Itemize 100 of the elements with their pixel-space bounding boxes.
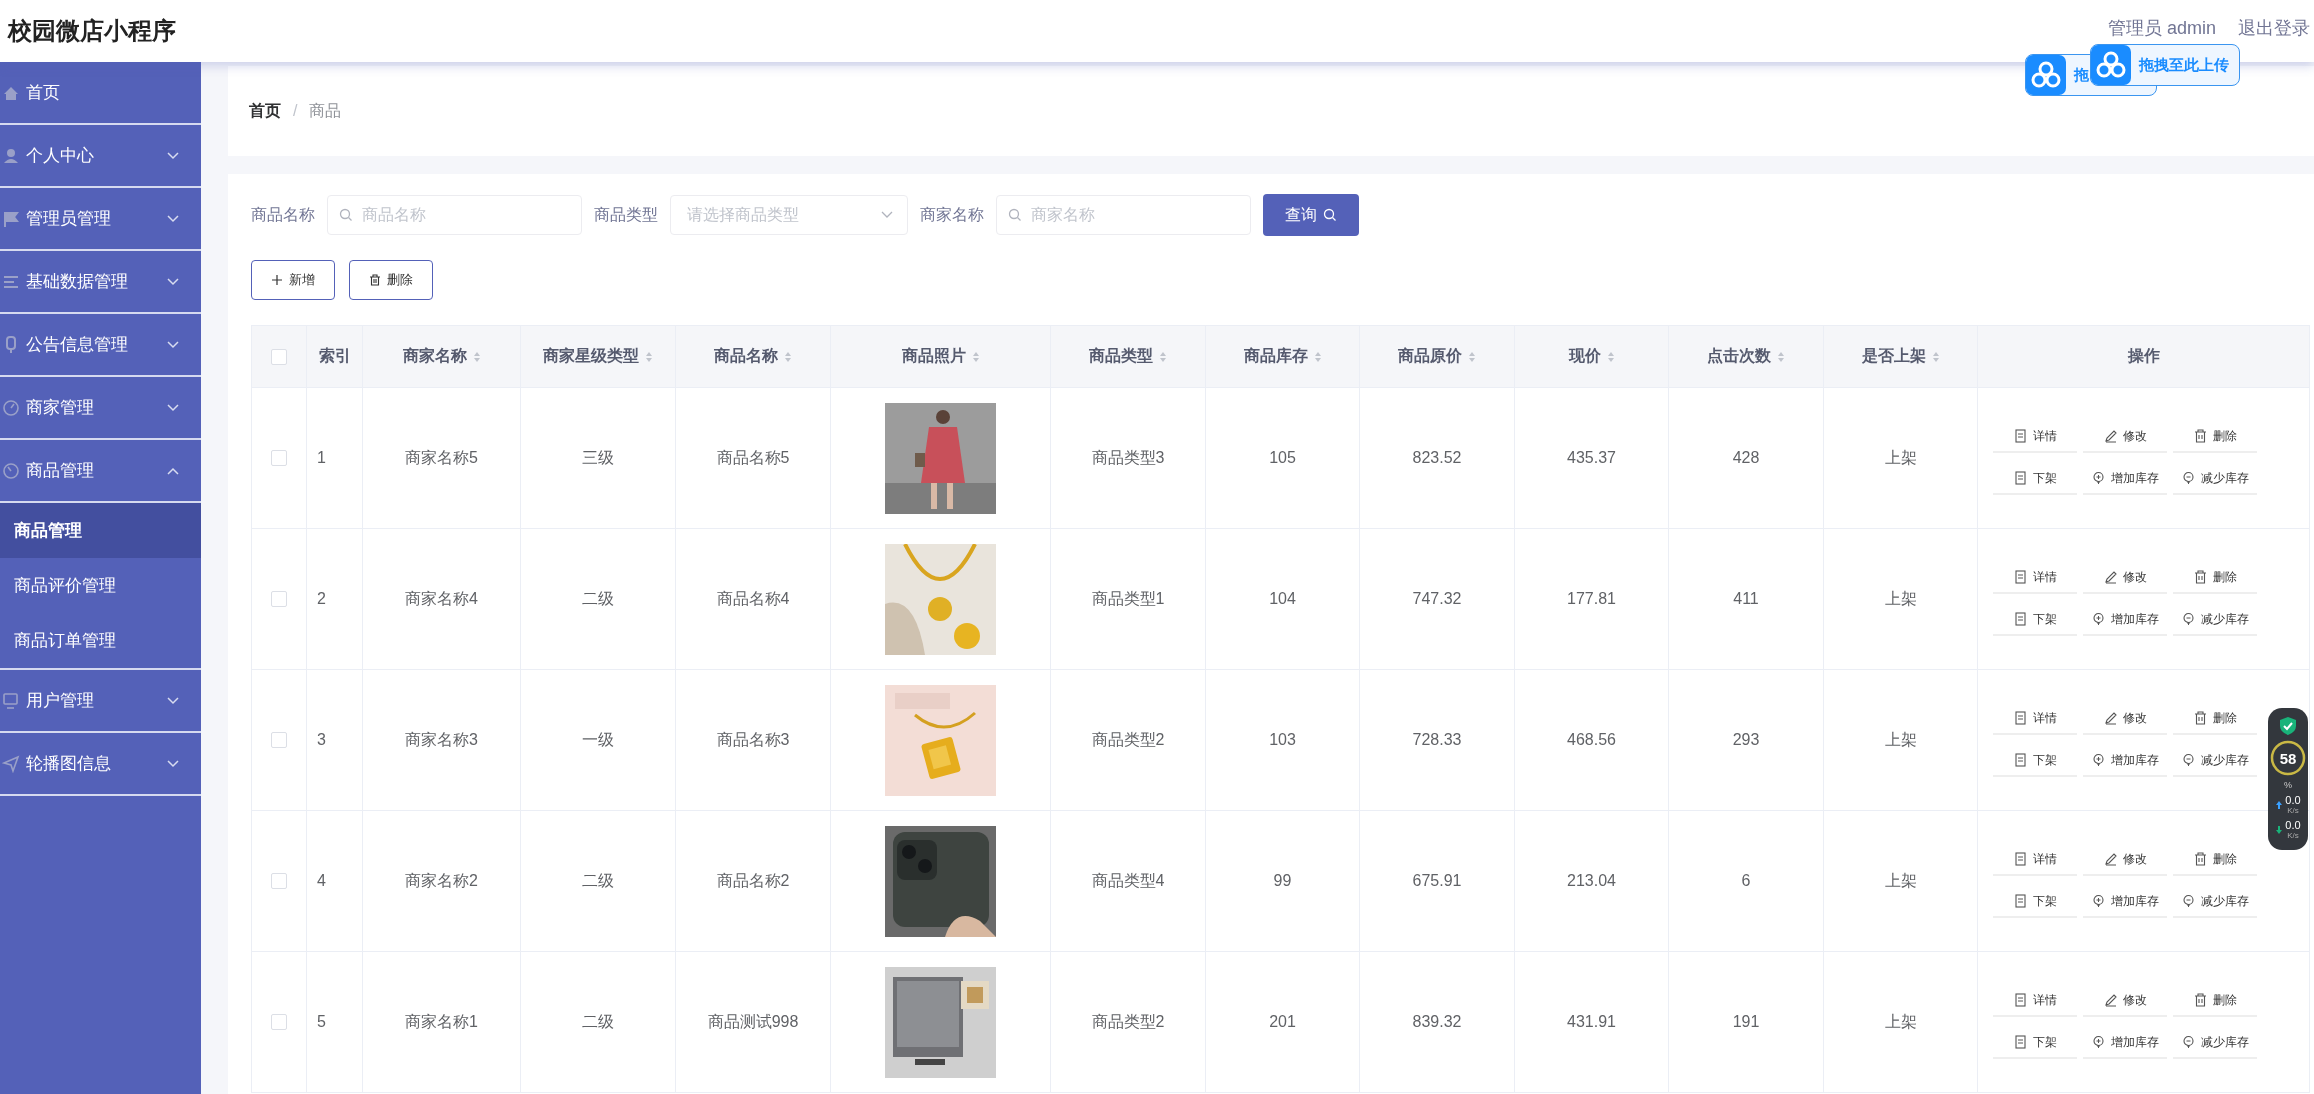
checkbox[interactable] xyxy=(271,591,287,607)
pencil-icon xyxy=(2103,852,2117,866)
column-header: 商品名称 xyxy=(714,346,778,366)
pencil-icon xyxy=(2103,711,2117,725)
column-header: 现价 xyxy=(1568,346,1601,366)
pin-icon xyxy=(2091,612,2105,626)
speed-unit: K/s xyxy=(2287,831,2299,840)
table-cell: 435.37 xyxy=(1567,449,1616,467)
table-cell: 103 xyxy=(1269,731,1296,749)
pencil-icon xyxy=(2103,993,2117,1007)
table-cell: 99 xyxy=(1273,872,1292,890)
filter-label: 商品名称 xyxy=(251,204,315,225)
download-arrow-icon xyxy=(2275,824,2284,835)
column-header: 商品库存 xyxy=(1243,346,1308,366)
table-cell: 177.81 xyxy=(1567,590,1616,608)
plus-icon xyxy=(271,274,283,286)
checkbox[interactable] xyxy=(271,450,287,466)
table-cell: 105 xyxy=(1269,449,1296,467)
upload-label: 拖拽至此上传 xyxy=(2139,55,2229,75)
breadcrumb-current: 商品 xyxy=(309,100,342,121)
table-cell: 3 xyxy=(317,731,326,749)
table-cell: 201 xyxy=(1269,1013,1296,1031)
speed-unit: K/s xyxy=(2287,806,2299,815)
table-cell-text: 商家名称1 xyxy=(405,1011,478,1032)
table-cell-text: 商品类型1 xyxy=(1091,588,1165,609)
table-cell-text: 商品测试998 xyxy=(707,1011,799,1032)
search-icon xyxy=(1008,208,1022,222)
search-field[interactable]: 商品名称 xyxy=(327,195,582,235)
checkbox[interactable] xyxy=(271,348,287,365)
upload-label: 拖 xyxy=(2074,65,2089,85)
table-cell-text: 商家名称5 xyxy=(405,447,478,468)
column-header: 商品原价 xyxy=(1398,346,1462,366)
logout-link[interactable]: 退出登录 xyxy=(2238,16,2310,40)
pin-icon xyxy=(2181,1035,2195,1049)
delete-button[interactable]: 删除 xyxy=(349,260,433,300)
table-cell-text: 商品名称3 xyxy=(716,729,790,750)
table-cell: 728.33 xyxy=(1412,731,1462,749)
table-cell-text: 三级 xyxy=(582,447,614,468)
table-cell-text: 一级 xyxy=(582,729,614,750)
document-icon xyxy=(2013,1035,2027,1049)
table-cell-text: 上架 xyxy=(1884,1011,1917,1032)
filter-label: 商家名称 xyxy=(920,204,984,225)
paper-plane-icon xyxy=(2,754,20,773)
table-cell-text: 商家名称4 xyxy=(405,588,478,609)
add-button[interactable]: 新增 xyxy=(251,260,335,300)
table-cell: 293 xyxy=(1732,731,1760,749)
table-cell-text: 商品类型2 xyxy=(1091,1011,1165,1032)
breadcrumb-link[interactable]: 首页 xyxy=(249,100,281,122)
document-icon xyxy=(2013,429,2027,443)
table-cell: 2 xyxy=(317,590,326,608)
upload-arrow-icon xyxy=(2275,799,2284,810)
checkbox[interactable] xyxy=(271,1014,287,1030)
pencil-icon xyxy=(2103,570,2117,584)
submenu-item[interactable]: 商品订单管理 xyxy=(0,613,201,668)
document-icon xyxy=(2013,471,2027,485)
search-icon xyxy=(339,208,353,222)
column-header: 商家名称 xyxy=(402,346,467,366)
table-cell: 468.56 xyxy=(1567,731,1616,749)
table-cell-text: 上架 xyxy=(1884,588,1917,609)
column-header: 商品类型 xyxy=(1089,346,1153,366)
pin-icon xyxy=(2181,753,2195,767)
search-icon xyxy=(1323,208,1337,222)
table-cell: 675.91 xyxy=(1412,872,1462,890)
column-header: 是否上架 xyxy=(1861,346,1926,366)
column-header: 点击次数 xyxy=(1707,346,1771,366)
column-header: 操作 xyxy=(2127,346,2160,366)
table-cell-text: 二级 xyxy=(582,1011,614,1032)
search-button[interactable]: 查询 xyxy=(1263,194,1359,236)
table-cell: 431.91 xyxy=(1567,1013,1616,1031)
submenu-item[interactable]: 商品管理 xyxy=(0,503,201,558)
cpu-percent: 58 xyxy=(2279,749,2297,767)
trash-icon xyxy=(2193,570,2207,584)
pin-icon xyxy=(2181,471,2195,485)
speed-value: 0.0 xyxy=(2285,794,2301,806)
user-label: 管理员 admin xyxy=(2107,17,2216,40)
search-field[interactable]: 商家名称 xyxy=(996,195,1251,235)
document-icon xyxy=(2013,570,2027,584)
speed-value: 0.0 xyxy=(2285,819,2301,831)
pin-icon xyxy=(2091,1035,2105,1049)
column-header: 索引 xyxy=(318,346,351,366)
checkbox[interactable] xyxy=(271,732,287,748)
table-cell-text: 上架 xyxy=(1884,870,1917,891)
percent-sign: % xyxy=(2284,780,2292,790)
person-icon xyxy=(2,146,20,165)
trash-icon xyxy=(2193,993,2207,1007)
table-cell: 839.32 xyxy=(1412,1013,1462,1031)
pin-icon xyxy=(2091,471,2105,485)
ring-icon xyxy=(2270,740,2306,776)
table-cell-text: 商品名称4 xyxy=(716,588,790,609)
trash-icon xyxy=(369,274,381,286)
breadcrumb-separator: / xyxy=(293,102,298,120)
document-icon xyxy=(2013,753,2027,767)
table-cell: 747.32 xyxy=(1412,590,1462,608)
table-cell-text: 二级 xyxy=(582,870,614,891)
table-cell: 1 xyxy=(317,449,326,467)
document-icon xyxy=(2013,612,2027,626)
submenu-item[interactable]: 商品评价管理 xyxy=(0,558,201,613)
checkbox[interactable] xyxy=(271,873,287,889)
document-icon xyxy=(2013,852,2027,866)
table-cell: 823.52 xyxy=(1412,449,1462,467)
